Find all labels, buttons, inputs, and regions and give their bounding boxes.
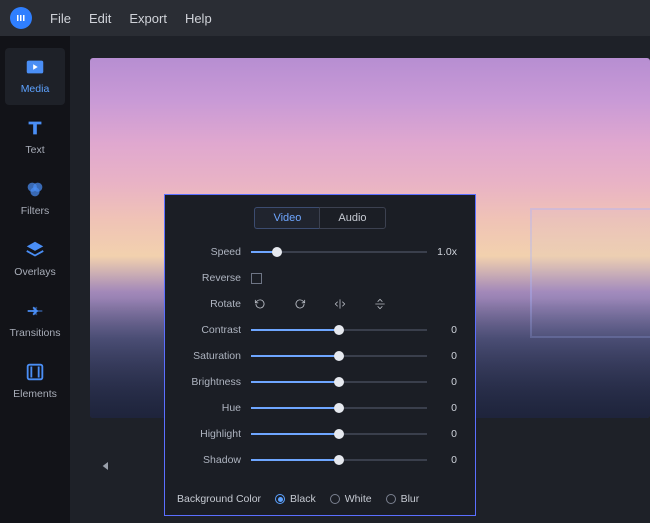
- sidebar-item-label: Text: [25, 144, 44, 156]
- value-speed: 1.0x: [427, 246, 461, 258]
- panel-tabs: Video Audio: [165, 207, 475, 229]
- flip-horizontal-icon[interactable]: [331, 295, 349, 313]
- slider-hue[interactable]: [251, 407, 427, 409]
- label-shadow: Shadow: [165, 454, 251, 466]
- play-folder-icon: [24, 56, 46, 78]
- sidebar-item-overlays[interactable]: Overlays: [5, 231, 65, 288]
- slider-brightness[interactable]: [251, 381, 427, 383]
- menu-export[interactable]: Export: [129, 11, 167, 26]
- sidebar-item-elements[interactable]: Elements: [5, 353, 65, 410]
- sidebar-item-transitions[interactable]: Transitions: [5, 292, 65, 349]
- label-reverse: Reverse: [165, 272, 251, 284]
- app-logo: [10, 7, 32, 29]
- menubar: File Edit Export Help: [0, 0, 650, 36]
- value-highlight: 0: [427, 428, 461, 440]
- label-hue: Hue: [165, 402, 251, 414]
- label-brightness: Brightness: [165, 376, 251, 388]
- elements-icon: [24, 361, 46, 383]
- radio-bg-white[interactable]: White: [330, 493, 372, 505]
- text-icon: [24, 117, 46, 139]
- filters-icon: [24, 178, 46, 200]
- value-saturation: 0: [427, 350, 461, 362]
- slider-saturation[interactable]: [251, 355, 427, 357]
- rotate-cw-icon[interactable]: [291, 295, 309, 313]
- slider-highlight[interactable]: [251, 433, 427, 435]
- radio-label: Black: [290, 493, 316, 505]
- video-properties-panel: Video Audio Speed 1.0x Reverse Rotate: [164, 194, 476, 516]
- overlays-icon: [24, 239, 46, 261]
- sidebar-item-label: Media: [21, 83, 50, 95]
- menu-edit[interactable]: Edit: [89, 11, 111, 26]
- value-brightness: 0: [427, 376, 461, 388]
- checkbox-reverse[interactable]: [251, 273, 262, 284]
- label-background-color: Background Color: [177, 493, 261, 505]
- radio-label: White: [345, 493, 372, 505]
- tab-video[interactable]: Video: [254, 207, 319, 229]
- row-speed: Speed 1.0x: [165, 239, 461, 265]
- row-hue: Hue 0: [165, 395, 461, 421]
- slider-shadow[interactable]: [251, 459, 427, 461]
- sidebar-item-label: Transitions: [10, 327, 61, 339]
- slider-speed[interactable]: [251, 251, 427, 253]
- value-contrast: 0: [427, 324, 461, 336]
- row-highlight: Highlight 0: [165, 421, 461, 447]
- prev-frame-icon[interactable]: [98, 458, 114, 479]
- slider-contrast[interactable]: [251, 329, 427, 331]
- row-shadow: Shadow 0: [165, 447, 461, 473]
- label-saturation: Saturation: [165, 350, 251, 362]
- row-background-color: Background Color Black White Blur: [165, 485, 475, 515]
- sidebar-item-text[interactable]: Text: [5, 109, 65, 166]
- sidebar-item-label: Overlays: [14, 266, 55, 278]
- flip-vertical-icon[interactable]: [371, 295, 389, 313]
- tab-audio[interactable]: Audio: [319, 207, 385, 229]
- sidebar-item-media[interactable]: Media: [5, 48, 65, 105]
- value-shadow: 0: [427, 454, 461, 466]
- label-rotate: Rotate: [165, 298, 251, 310]
- row-saturation: Saturation 0: [165, 343, 461, 369]
- menu-help[interactable]: Help: [185, 11, 212, 26]
- radio-label: Blur: [401, 493, 420, 505]
- radio-bg-blur[interactable]: Blur: [386, 493, 420, 505]
- radio-bg-black[interactable]: Black: [275, 493, 316, 505]
- sidebar: Media Text Filters Overlays Transitions: [0, 36, 70, 523]
- menu-file[interactable]: File: [50, 11, 71, 26]
- row-rotate: Rotate: [165, 291, 461, 317]
- row-brightness: Brightness 0: [165, 369, 461, 395]
- label-highlight: Highlight: [165, 428, 251, 440]
- playback-controls: [98, 458, 114, 479]
- row-reverse: Reverse: [165, 265, 461, 291]
- sidebar-item-label: Elements: [13, 388, 57, 400]
- row-contrast: Contrast 0: [165, 317, 461, 343]
- sidebar-item-filters[interactable]: Filters: [5, 170, 65, 227]
- sidebar-item-label: Filters: [21, 205, 50, 217]
- label-contrast: Contrast: [165, 324, 251, 336]
- label-speed: Speed: [165, 246, 251, 258]
- transitions-icon: [24, 300, 46, 322]
- rotate-ccw-icon[interactable]: [251, 295, 269, 313]
- selection-frame[interactable]: [530, 208, 650, 338]
- value-hue: 0: [427, 402, 461, 414]
